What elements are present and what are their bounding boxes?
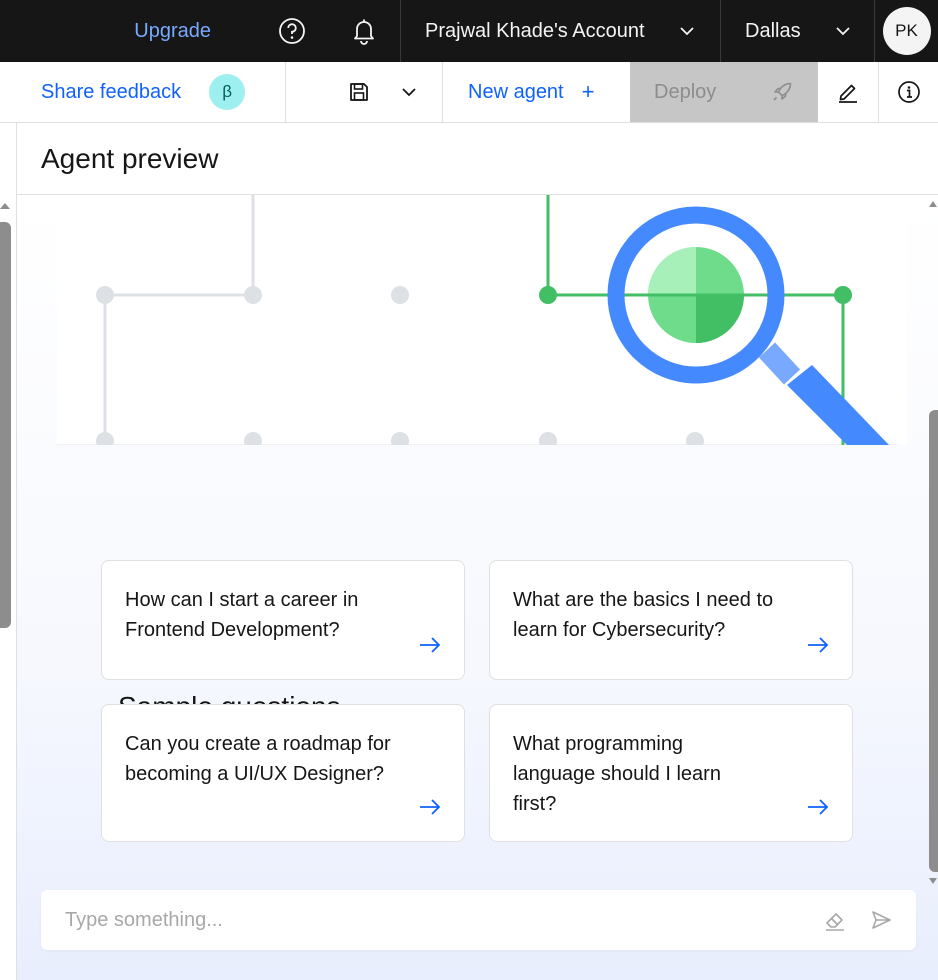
right-scrollbar-thumb[interactable] [929, 410, 938, 872]
new-agent-button[interactable]: New agent + [443, 62, 630, 122]
message-input[interactable] [65, 908, 800, 932]
clear-button[interactable] [824, 909, 846, 931]
help-button[interactable] [256, 0, 328, 62]
arrow-right-icon [808, 637, 829, 653]
sample-question-text: Can you create a roadmap for becoming a … [125, 733, 391, 785]
upgrade-link[interactable]: Upgrade [0, 0, 256, 62]
sample-question-card[interactable]: What programming language should I learn… [489, 704, 853, 842]
rocket-icon [773, 82, 792, 101]
account-switcher[interactable]: Prajwal Khade's Account [401, 0, 720, 62]
page-title: Agent preview [41, 142, 219, 174]
help-icon [279, 18, 305, 44]
beta-badge: β [209, 74, 246, 110]
bell-icon [354, 19, 374, 45]
top-navigation-bar: Upgrade Prajwal Khade's Account Dallas P… [0, 0, 938, 62]
chevron-down-icon [836, 27, 850, 36]
sample-question-card[interactable]: Can you create a roadmap for becoming a … [101, 704, 465, 842]
share-feedback-link[interactable]: Share feedback [41, 81, 181, 104]
chevron-down-icon [680, 27, 694, 36]
scroll-up-arrow[interactable] [0, 203, 10, 209]
save-icon [350, 83, 368, 101]
scroll-down-arrow[interactable] [929, 878, 937, 884]
edit-button[interactable] [818, 62, 879, 122]
agent-toolbar: Share feedback β New agent + Deploy [0, 62, 938, 123]
pencil-icon [839, 84, 857, 103]
region-switcher[interactable]: Dallas [721, 0, 874, 62]
plus-icon: + [581, 79, 595, 104]
sample-question-text: How can I start a career in Frontend Dev… [125, 589, 359, 641]
sample-question-text: What are the basics I need to learn for … [513, 589, 774, 641]
arrow-right-icon [420, 637, 441, 653]
send-icon [872, 911, 891, 929]
deploy-label: Deploy [654, 80, 717, 103]
notifications-button[interactable] [328, 0, 400, 62]
chevron-down-icon[interactable] [400, 83, 418, 101]
feedback-area: Share feedback β [0, 62, 286, 122]
message-composer [41, 890, 916, 950]
preview-header: Agent preview [17, 123, 938, 195]
eraser-icon [826, 913, 844, 931]
preview-panel: Sample questions How can I start a caree… [17, 195, 938, 980]
account-name: Prajwal Khade's Account [425, 19, 645, 42]
agent-illustration [57, 195, 907, 445]
arrow-right-icon [420, 799, 441, 815]
info-button[interactable] [879, 62, 938, 122]
info-icon [897, 81, 920, 103]
save-menu[interactable] [286, 62, 443, 122]
deploy-button[interactable]: Deploy [630, 62, 818, 122]
region-name: Dallas [745, 19, 801, 42]
user-menu[interactable]: PK [875, 0, 938, 62]
left-scrollbar-thumb[interactable] [0, 222, 11, 628]
scroll-up-arrow[interactable] [929, 201, 937, 207]
avatar[interactable]: PK [882, 7, 931, 55]
sample-question-text: What programming language should I learn… [513, 733, 721, 815]
new-agent-label: New agent [468, 80, 564, 103]
sample-question-card[interactable]: What are the basics I need to learn for … [489, 560, 853, 680]
arrow-right-icon [808, 799, 829, 815]
send-button[interactable] [870, 909, 892, 931]
sample-question-card[interactable]: How can I start a career in Frontend Dev… [101, 560, 465, 680]
